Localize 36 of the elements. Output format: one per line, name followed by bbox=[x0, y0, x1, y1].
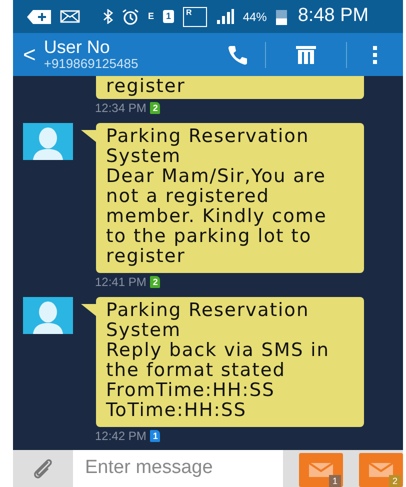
envelope-icon bbox=[367, 461, 395, 479]
avatar-icon bbox=[23, 297, 73, 334]
message-text: Parking Reservation System Reply back via SMS in the format stated FromTime:HH:SS ToTime:HH:SS bbox=[96, 297, 364, 427]
trash-icon bbox=[295, 44, 317, 66]
paperclip-icon bbox=[31, 456, 55, 480]
back-button[interactable]: < bbox=[13, 44, 44, 66]
bubble-tail bbox=[81, 130, 96, 142]
contact-name: User No bbox=[44, 38, 111, 57]
send-button[interactable]: 2 bbox=[359, 453, 403, 487]
clock-time: 8:48 PM bbox=[298, 4, 369, 28]
menu-icon bbox=[373, 46, 377, 64]
envelope-icon bbox=[307, 461, 335, 479]
alarm-icon bbox=[122, 8, 139, 24]
phone-icon bbox=[226, 44, 248, 66]
send-button[interactable]: 1 bbox=[299, 453, 343, 487]
bluetooth-icon bbox=[103, 9, 113, 24]
network-type-label: E bbox=[148, 12, 154, 21]
sim-label: 1 bbox=[163, 10, 174, 23]
signal-icon bbox=[216, 9, 234, 24]
message-time: 12:41 PM bbox=[95, 275, 146, 289]
notification-plus-icon bbox=[27, 10, 51, 24]
contact-number: +919869125485 bbox=[44, 56, 140, 72]
roaming-label: R bbox=[183, 6, 207, 26]
sim-badge: 2 bbox=[150, 276, 160, 288]
message-time: 12:34 PM bbox=[95, 101, 146, 115]
sim-badge: 1 bbox=[150, 430, 160, 442]
message-text: Parking Reservation System Dear Mam/Sir,You are not a registered member. Kindly come to the parking lot to register bbox=[96, 123, 364, 273]
avatar-icon bbox=[23, 123, 73, 160]
message-input[interactable]: Enter message bbox=[73, 450, 283, 487]
bubble-tail bbox=[81, 304, 96, 316]
message-text: register bbox=[96, 76, 364, 99]
battery-icon bbox=[276, 8, 287, 24]
message-time: 12:42 PM bbox=[95, 429, 146, 443]
sim-badge: 2 bbox=[150, 102, 160, 114]
mail-icon bbox=[60, 10, 80, 23]
battery-percent: 44% bbox=[242, 8, 267, 26]
